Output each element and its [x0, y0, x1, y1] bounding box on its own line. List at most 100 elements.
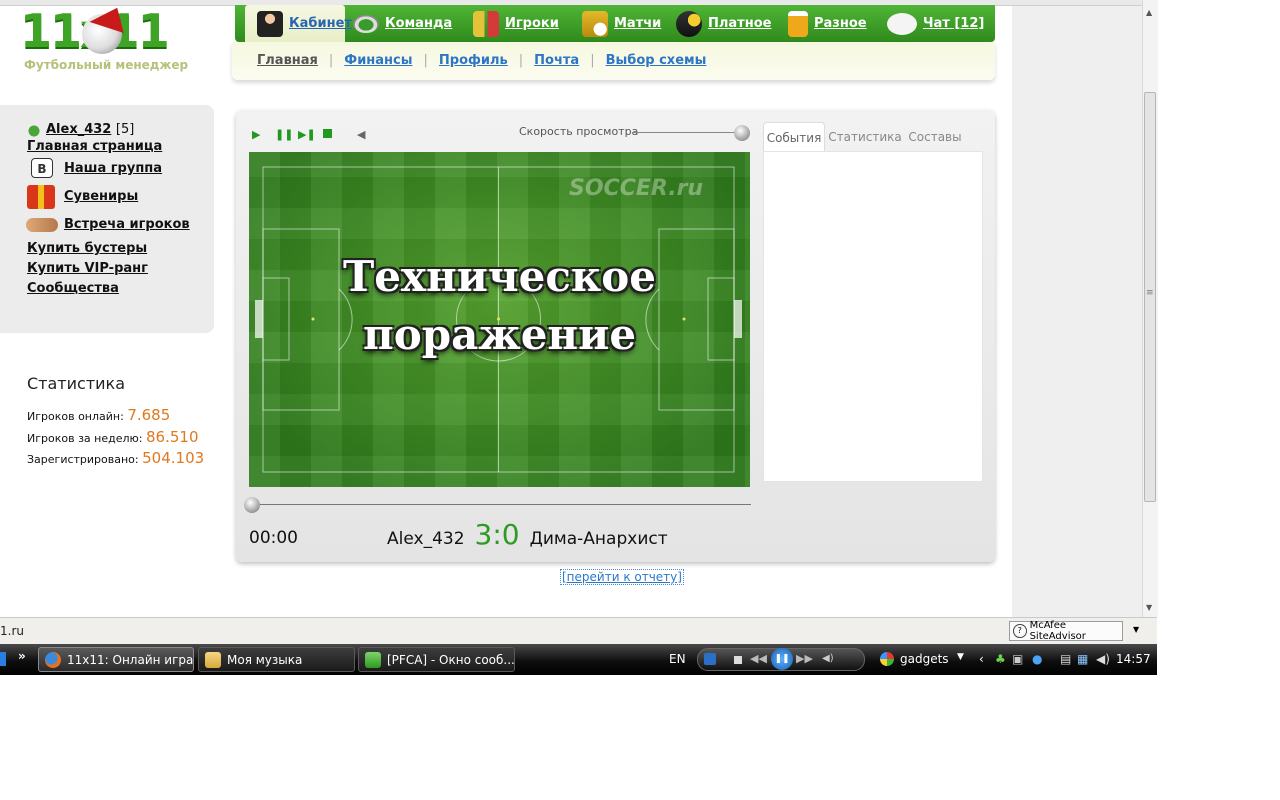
match-progress-track[interactable] [246, 504, 751, 505]
speed-slider-knob[interactable] [734, 125, 750, 141]
taskbar-music[interactable]: Моя музыка [198, 647, 355, 672]
media-prev-icon[interactable]: ◀◀ [750, 652, 767, 665]
gadgets-icon [880, 652, 894, 666]
nav-misc-link[interactable]: Разное [814, 16, 867, 31]
user-info: Alex_432 [5] [46, 122, 134, 137]
stat-registered-label: Зарегистрировано: [27, 453, 139, 466]
nav-misc[interactable]: Разное [788, 5, 867, 42]
gadgets-dropdown-icon[interactable]: ▼ [957, 652, 964, 662]
speed-slider[interactable] [632, 132, 742, 133]
tray-clock[interactable]: 14:57 [1116, 652, 1151, 666]
volume-icon[interactable]: ◀ [357, 128, 365, 141]
question-icon: ? [1013, 624, 1027, 638]
stats-title: Статистика [27, 374, 125, 393]
main-page-link[interactable]: Главная страница [27, 139, 162, 154]
user-level: [5] [115, 122, 135, 137]
tray-agent-icon[interactable]: ♣ [995, 652, 1006, 666]
main-navigation: Кабинет Команда Игроки Матчи Платное Раз… [235, 5, 995, 42]
handshake-icon [26, 218, 58, 232]
tray-network-icon[interactable]: ▣ [1012, 652, 1023, 666]
media-next-icon[interactable]: ▶▶ [796, 652, 813, 665]
quicklaunch-overflow-icon[interactable]: » [18, 649, 26, 663]
tab-statistics[interactable]: Статистика [828, 122, 902, 151]
communities-link[interactable]: Сообщества [27, 281, 119, 296]
tray-volume-icon[interactable]: ◀) [1096, 652, 1110, 666]
subnav-home[interactable]: Главная [257, 53, 318, 68]
souvenirs-link[interactable]: Сувениры [64, 189, 138, 204]
media-player-icon[interactable] [704, 653, 716, 665]
nav-paid-link[interactable]: Платное [708, 16, 771, 31]
buy-boosters-link[interactable]: Купить бустеры [27, 241, 147, 256]
nav-matches[interactable]: Матчи [582, 5, 661, 42]
subnav-profile[interactable]: Профиль [439, 53, 508, 68]
tray-display-icon[interactable]: ▦ [1077, 652, 1088, 666]
site-logo[interactable]: 11x11 Футбольный менеджер [20, 0, 200, 76]
tab-lineups[interactable]: Составы [907, 122, 963, 151]
subnav-finance[interactable]: Финансы [344, 53, 412, 68]
nav-matches-link[interactable]: Матчи [614, 16, 661, 31]
nav-paid[interactable]: Платное [676, 5, 771, 42]
tray-security-icon[interactable]: ● [1032, 652, 1042, 666]
taskbar-firefox[interactable]: 11x11: Онлайн игра... [38, 647, 194, 672]
mcafee-label: McAfee SiteAdvisor [1029, 620, 1086, 642]
mcafee-siteadvisor-button[interactable]: ? McAfee SiteAdvisor [1009, 620, 1123, 642]
start-orb-edge[interactable] [0, 652, 6, 666]
match-progress-knob[interactable] [244, 497, 260, 513]
taskbar-firefox-label: 11x11: Онлайн игра... [67, 652, 194, 667]
media-pause-icon[interactable]: ❚❚ [771, 648, 793, 670]
our-group-link[interactable]: Наша группа [64, 161, 162, 176]
subnav-formation[interactable]: Выбор схемы [606, 53, 707, 68]
report-link[interactable]: [перейти к отчету] [560, 569, 684, 585]
match-time: 00:00 [249, 528, 298, 548]
stop-icon[interactable] [323, 129, 332, 138]
vertical-scrollbar[interactable]: ▲ ≡ ▼ [1142, 0, 1158, 617]
nav-team[interactable]: Команда [353, 5, 452, 42]
gadgets-toolbar-label[interactable]: gadgets [900, 652, 949, 666]
step-forward-icon[interactable]: ▶❚ [298, 128, 316, 141]
tab-events[interactable]: События [763, 122, 825, 152]
taskbar-pfca-label: [PFCA] - Окно сооб... [387, 652, 515, 667]
speed-label: Скорость просмотра [519, 125, 639, 138]
stat-week: Игроков за неделю: 86.510 [27, 428, 199, 446]
folder-icon [205, 651, 221, 668]
nav-chat-link[interactable]: Чат [12] [923, 16, 984, 31]
play-icon[interactable]: ▶ [252, 128, 260, 141]
media-stop-icon[interactable] [734, 656, 742, 664]
nav-cabinet[interactable]: Кабинет [245, 5, 352, 42]
stat-week-label: Игроков за неделю: [27, 432, 143, 445]
subnav-separator: | [590, 53, 595, 68]
user-name-link[interactable]: Alex_432 [46, 122, 111, 137]
tray-device-icon[interactable]: ▤ [1060, 652, 1071, 666]
scroll-down-icon[interactable]: ▼ [1146, 603, 1152, 612]
windows-taskbar: » 11x11: Онлайн игра... Моя музыка [PFCA… [0, 644, 1157, 675]
sub-navigation: Главная | Финансы | Профиль | Почта | Выбор схем… [232, 42, 995, 80]
sidebar: Alex_432 [5] Главная страница B Наша гру… [0, 105, 214, 333]
players-meeting-link[interactable]: Встреча игроков [64, 217, 190, 232]
away-team: Дима-Анархист [529, 529, 668, 549]
scroll-up-icon[interactable]: ▲ [1146, 8, 1152, 17]
language-indicator[interactable]: EN [669, 652, 686, 666]
nav-players-link[interactable]: Игроки [505, 16, 559, 31]
clover-icon [27, 124, 41, 138]
chat-bubble-icon [887, 12, 917, 35]
nav-chat[interactable]: Чат [12] [887, 5, 984, 42]
buy-vip-link[interactable]: Купить VIP-ранг [27, 261, 148, 276]
nav-cabinet-link[interactable]: Кабинет [289, 16, 352, 31]
nav-team-link[interactable]: Команда [385, 16, 452, 31]
taskbar-pfca[interactable]: [PFCA] - Окно сооб... [358, 647, 515, 672]
overlay-line-1: Техническое [342, 252, 656, 301]
media-volume-icon[interactable]: ◀) [822, 653, 834, 664]
match-viewer: ▶ ❚❚ ▶❚ ◀ Скорость просмотра SOCCER.ru Т… [236, 110, 995, 562]
mcafee-dropdown-icon[interactable]: ▼ [1133, 625, 1139, 634]
stat-online-value: 7.685 [127, 406, 171, 424]
nav-players[interactable]: Игроки [473, 5, 559, 42]
pause-icon[interactable]: ❚❚ [275, 128, 293, 141]
subnav-separator: | [518, 53, 524, 68]
tray-expand-icon[interactable]: ‹ [979, 652, 984, 666]
gift-icon [27, 185, 55, 209]
manager-icon [257, 10, 283, 37]
stat-registered: Зарегистрировано: 504.103 [27, 449, 204, 467]
subnav-mail[interactable]: Почта [534, 53, 579, 68]
stat-online: Игроков онлайн: 7.685 [27, 406, 170, 424]
match-score: 3:0 [474, 518, 520, 551]
